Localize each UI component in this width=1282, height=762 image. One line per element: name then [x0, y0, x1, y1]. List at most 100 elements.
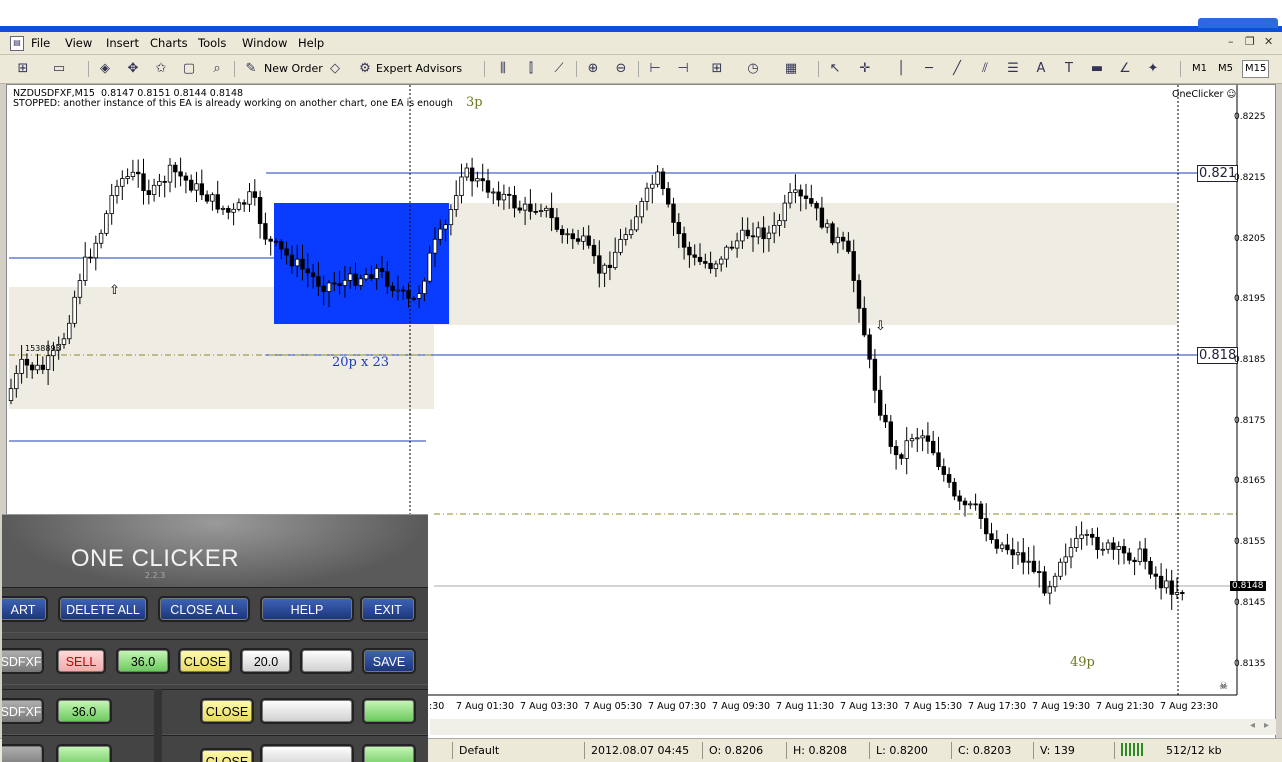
time-tick: 7 Aug 15:30 — [904, 701, 963, 712]
menu-charts[interactable]: Charts — [150, 36, 188, 50]
text-label-icon[interactable]: T — [1060, 60, 1078, 78]
autoscroll-icon[interactable]: ⊢ — [646, 60, 664, 78]
candle-body — [639, 201, 644, 218]
lot-size-field[interactable]: 36.0 — [56, 698, 112, 724]
chart-scrollbar[interactable]: ◂ ▸ — [430, 719, 1276, 735]
connection-meter-icon[interactable] — [1121, 743, 1145, 756]
level-tag-upper[interactable]: 0.821 — [1197, 165, 1239, 182]
new-order-icon[interactable]: ✎ — [242, 60, 260, 78]
terminal-icon[interactable]: ▢ — [180, 60, 198, 78]
navigator-icon[interactable]: ✩ — [152, 60, 170, 78]
document-icon[interactable]: ▤ — [10, 36, 24, 51]
zoom-out-icon[interactable]: ⊖ — [612, 60, 630, 78]
profiles-icon[interactable]: ▭ — [50, 60, 68, 78]
candlestick-icon[interactable]: ⫿ — [522, 60, 540, 78]
channel-icon[interactable]: ⫽ — [976, 60, 994, 78]
level-tag-lower[interactable]: 0.818 — [1197, 347, 1239, 364]
current-price-tag: 0.8148 — [1230, 581, 1266, 591]
angle-icon[interactable]: ∠ — [1116, 60, 1134, 78]
candle-body — [1174, 592, 1180, 595]
exit-button[interactable]: EXIT — [360, 596, 416, 622]
candle-body — [379, 268, 385, 272]
close-all-button[interactable]: CLOSE ALL — [158, 596, 250, 622]
status-separator — [452, 742, 453, 759]
symbol-label: SDFXF — [2, 698, 44, 724]
timeframe-m1[interactable]: M1 — [1192, 63, 1207, 74]
timeframe-m15[interactable]: M15 — [1242, 60, 1270, 78]
arrows-icon[interactable]: ✦ — [1144, 60, 1162, 78]
close-icon[interactable]: ✕ — [1264, 35, 1273, 48]
empty-button[interactable] — [300, 648, 354, 674]
value-field[interactable]: 20.0 — [240, 648, 292, 674]
scroll-left-icon[interactable]: ◂ — [1250, 720, 1255, 731]
candle-body — [872, 358, 878, 391]
help-button[interactable]: HELP — [260, 596, 354, 622]
candle-body — [247, 191, 252, 205]
timeframe-m5[interactable]: M5 — [1218, 63, 1233, 74]
empty-green-button[interactable] — [362, 744, 416, 762]
expert-advisors-icon[interactable]: ⚙ — [356, 60, 374, 78]
lot-size-field[interactable]: 36.0 — [116, 648, 170, 674]
candle-body — [761, 227, 766, 240]
close-button[interactable]: CLOSE — [200, 748, 254, 762]
empty-green-button[interactable] — [56, 744, 112, 762]
empty-green-button[interactable] — [362, 698, 416, 724]
empty-button[interactable] — [260, 698, 354, 724]
candle-body — [416, 293, 422, 299]
status-profile[interactable]: Default — [459, 743, 499, 758]
periods-icon[interactable]: ◷ — [744, 60, 762, 78]
menu-window[interactable]: Window — [242, 36, 287, 50]
sell-button[interactable]: SELL — [56, 648, 106, 674]
restore-icon[interactable]: ❐ — [1245, 35, 1255, 48]
menu-insert[interactable]: Insert — [106, 36, 139, 50]
delete-all-button[interactable]: DELETE ALL — [58, 596, 148, 622]
menu-file[interactable]: File — [31, 36, 50, 50]
chart-shift-icon[interactable]: ⊣ — [674, 60, 692, 78]
candle-body — [666, 188, 671, 205]
candle-body — [485, 180, 491, 193]
candle-body — [793, 189, 798, 193]
menu-tools[interactable]: Tools — [198, 36, 226, 50]
candle-body — [305, 268, 310, 274]
scroll-right-icon[interactable]: ▸ — [1264, 720, 1269, 731]
candle-body — [602, 264, 607, 274]
text-icon[interactable]: A — [1032, 60, 1050, 78]
empty-button[interactable] — [260, 744, 354, 762]
candle-body — [220, 207, 226, 210]
menu-help[interactable]: Help — [298, 36, 324, 50]
candle-body — [750, 235, 756, 238]
close-button[interactable]: CLOSE — [178, 648, 232, 674]
cursor-icon[interactable]: ↖ — [826, 60, 844, 78]
trendline-icon[interactable]: ╱ — [948, 60, 966, 78]
candle-body — [931, 440, 936, 454]
candle-body — [1015, 552, 1021, 556]
indicators-icon[interactable]: ⊞ — [708, 60, 726, 78]
expert-advisors-button[interactable]: Expert Advisors — [376, 59, 462, 79]
save-button[interactable]: SAVE — [362, 648, 416, 674]
templates-icon[interactable]: ▦ — [782, 60, 800, 78]
start-button[interactable]: ART — [2, 596, 48, 622]
candle-body — [1037, 571, 1042, 573]
menu-view[interactable]: View — [65, 36, 92, 50]
rectangle-icon[interactable]: ▬ — [1088, 60, 1106, 78]
fibonacci-icon[interactable]: ☰ — [1004, 60, 1022, 78]
candle-body — [936, 452, 941, 467]
metaeditor-icon[interactable]: ◇ — [326, 60, 344, 78]
crosshair-icon[interactable]: ✛ — [856, 60, 874, 78]
line-chart-icon[interactable]: ⟋ — [550, 60, 568, 78]
candle-body — [1042, 571, 1047, 594]
new-chart-icon[interactable]: ⊞ — [14, 60, 32, 78]
horizontal-line-icon[interactable]: ─ — [920, 60, 938, 78]
strategy-tester-icon[interactable]: ⌕ — [208, 60, 226, 78]
bar-chart-icon[interactable]: ⫼ — [494, 60, 512, 78]
minimize-icon[interactable]: – — [1228, 35, 1234, 48]
candle-body — [814, 202, 819, 209]
market-watch-icon[interactable]: ◈ — [96, 60, 114, 78]
zoom-in-icon[interactable]: ⊕ — [584, 60, 602, 78]
data-window-icon[interactable]: ✥ — [124, 60, 142, 78]
vertical-line-icon[interactable]: │ — [892, 60, 910, 78]
window-controls[interactable] — [1198, 18, 1278, 28]
close-button[interactable]: CLOSE — [200, 698, 254, 724]
new-order-button[interactable]: New Order — [264, 59, 323, 79]
range-box[interactable] — [274, 203, 449, 324]
